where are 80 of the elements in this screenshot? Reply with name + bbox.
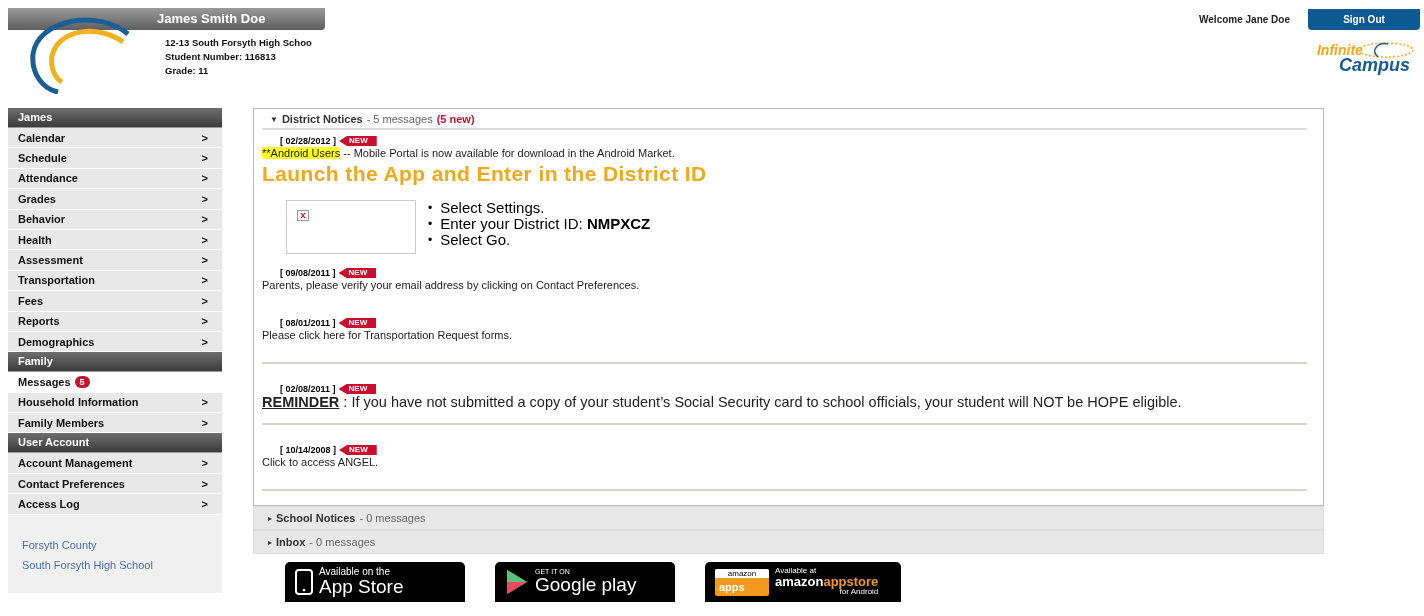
sidebar-section-header: User Account <box>8 433 222 454</box>
message-date: [ 02/28/2012 ] <box>280 136 337 146</box>
chevron-icon: > <box>201 416 208 429</box>
chevron-icon: > <box>201 213 208 226</box>
tablet-icon <box>295 569 313 595</box>
sidebar-item[interactable]: Reports > <box>8 311 222 332</box>
student-number: Student Number: 116813 <box>165 50 277 64</box>
message-text: Please click here for Transportation Request forms. <box>262 328 514 342</box>
chevron-icon: > <box>201 315 208 328</box>
app-store-badge[interactable]: Available on the App Store <box>285 562 465 602</box>
chevron-icon: > <box>201 294 208 307</box>
sidebar-item[interactable]: Account Management > <box>8 453 222 474</box>
new-tag: NEW <box>338 268 377 278</box>
message-text: REMINDER : If you have not submitted a copy of your student’s Social Security card to school officials, your student will NOT be HOPE eligible. <box>262 394 1183 411</box>
chevron-icon: > <box>201 335 208 348</box>
new-tag: NEW <box>338 318 377 328</box>
caret-icon: ▸ <box>268 513 272 523</box>
chevron-icon: > <box>201 457 208 470</box>
caret-icon: ▼ <box>270 114 278 124</box>
sidebar-section-header: Family <box>8 352 222 373</box>
broken-image-icon <box>297 210 309 221</box>
sidebar-item[interactable]: Calendar > <box>8 128 222 149</box>
new-tag: NEW <box>338 384 377 394</box>
bullet-mark: • <box>428 216 433 232</box>
sidebar-item[interactable]: Access Log > <box>8 494 222 515</box>
message-date: [ 08/01/2011 ] <box>280 318 336 328</box>
bullet-item: Select Go. <box>440 232 511 248</box>
school-link[interactable]: Forsyth County <box>22 538 208 551</box>
message-date: [ 02/08/2011 ] <box>280 384 336 394</box>
section-title[interactable]: District Notices <box>281 113 363 125</box>
message-text: Parents, please verify your email address by clicking on Contact Preferences. <box>262 278 641 292</box>
sidebar-item[interactable]: Transportation > <box>8 270 222 292</box>
chevron-icon: > <box>201 233 208 246</box>
sidebar-item[interactable]: Behavior > <box>8 209 222 230</box>
message-text: **Android Users -- Mobile Portal is now available for download in the Android Market. <box>262 146 676 160</box>
play-icon <box>505 569 529 595</box>
sidebar-item[interactable]: Health > <box>8 229 222 251</box>
collapsed-section[interactable]: ▸ Inbox - 0 messages <box>253 530 1324 554</box>
school-name: 12-13 South Forsyth High Schoo <box>165 36 312 50</box>
chevron-icon: > <box>201 131 208 144</box>
chevron-icon: > <box>201 477 208 490</box>
sidebar-item[interactable]: Demographics > <box>8 331 222 353</box>
sidebar-item[interactable]: Assessment > <box>8 250 222 271</box>
caret-icon: ▸ <box>268 537 272 547</box>
chevron-icon: > <box>201 172 208 185</box>
sidebar-item[interactable]: Attendance > <box>8 168 222 190</box>
bullet-item: Select Settings. <box>440 200 545 216</box>
message-date: [ 10/14/2008 ] <box>280 445 337 455</box>
count-badge: 5 <box>74 376 90 388</box>
school-link[interactable]: South Forsyth High School <box>22 558 208 571</box>
new-tag: NEW <box>339 136 377 146</box>
sidebar-item[interactable]: Schedule > <box>8 148 222 169</box>
sidebar-item[interactable]: Family Members > <box>8 413 222 434</box>
amazon-apps-icon: amazon apps <box>715 568 769 596</box>
bullet-item: Enter your District ID: NMPXCZ <box>440 216 651 232</box>
student-grade: Grade: 11 <box>165 64 210 78</box>
new-count: (5 new) <box>436 113 475 125</box>
amazon-appstore-badge[interactable]: amazon apps Available at amazonappstore for Android <box>705 562 901 602</box>
sidebar-item[interactable]: Fees > <box>8 291 222 312</box>
collapsed-section[interactable]: ▸ School Notices - 0 messages <box>253 506 1324 530</box>
new-tag: NEW <box>339 445 377 455</box>
sidebar-item[interactable]: Household Information > <box>8 392 222 414</box>
message-text: Click to access ANGEL. <box>262 455 380 469</box>
sidebar-item[interactable]: Grades > <box>8 189 222 210</box>
welcome-text: Welcome Jane Doe <box>1199 14 1290 25</box>
chevron-icon: > <box>201 497 208 510</box>
sign-out-button[interactable]: Sign Out <box>1308 9 1420 30</box>
chevron-icon: > <box>201 396 208 409</box>
message-count: - 5 messages <box>366 113 433 125</box>
message-headline: Launch the App and Enter in the District ID <box>262 162 708 186</box>
bullet-mark: • <box>428 232 433 248</box>
bullet-mark: • <box>428 200 433 216</box>
chevron-icon: > <box>201 274 208 287</box>
message-date: [ 09/08/2011 ] <box>280 268 336 278</box>
chevron-icon: > <box>201 152 208 165</box>
sidebar-section-header: James <box>8 108 222 128</box>
student-name: James Smith Doe <box>157 10 266 28</box>
sidebar-item[interactable]: Contact Preferences > <box>8 473 222 495</box>
chevron-icon: > <box>201 192 208 205</box>
chevron-icon: > <box>201 254 208 267</box>
